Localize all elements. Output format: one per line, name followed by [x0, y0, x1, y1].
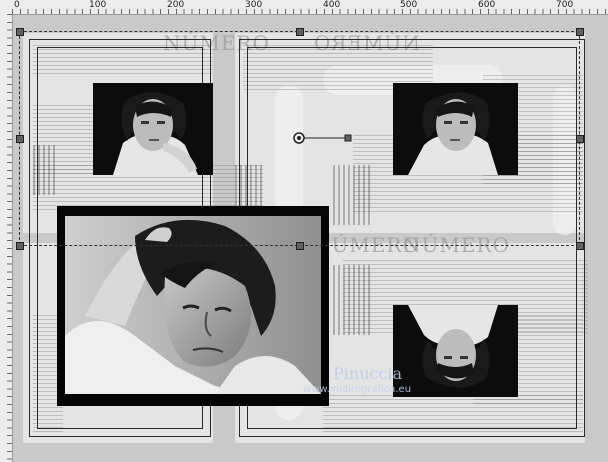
portrait-thumbnail-flipped	[393, 305, 518, 397]
horizontal-ruler[interactable]: 0 100 200 300 400 500 600 700	[0, 0, 608, 15]
portrait-image	[65, 216, 321, 394]
selection-handle-top-middle[interactable]	[296, 28, 304, 36]
image-canvas[interactable]: NÚMERO NÚMERO NÚMERO NÚMERO Pinuccia www…	[13, 15, 608, 462]
selection-handle-bottom-middle[interactable]	[296, 242, 304, 250]
selection-handle-bottom-left[interactable]	[16, 242, 24, 250]
selection-handle-top-right[interactable]	[576, 28, 584, 36]
vertical-ruler[interactable]	[0, 14, 13, 462]
ruler-ticks-left	[7, 14, 12, 462]
selection-handle-top-left[interactable]	[16, 28, 24, 36]
watermark-name: Pinuccia	[333, 364, 403, 383]
watermark-url: www.inidiregrafica.eu	[303, 384, 412, 395]
selection-handle-bottom-right[interactable]	[576, 242, 584, 250]
portrait-thumbnail	[93, 83, 213, 175]
selection-handle-middle-right[interactable]	[576, 135, 584, 143]
selection-handle-middle-left[interactable]	[16, 135, 24, 143]
portrait-thumbnail-mirrored	[393, 83, 518, 175]
main-portrait-layer[interactable]	[57, 206, 329, 406]
rotation-pivot-icon[interactable]	[291, 130, 355, 146]
ruler-ticks-top	[12, 9, 608, 14]
